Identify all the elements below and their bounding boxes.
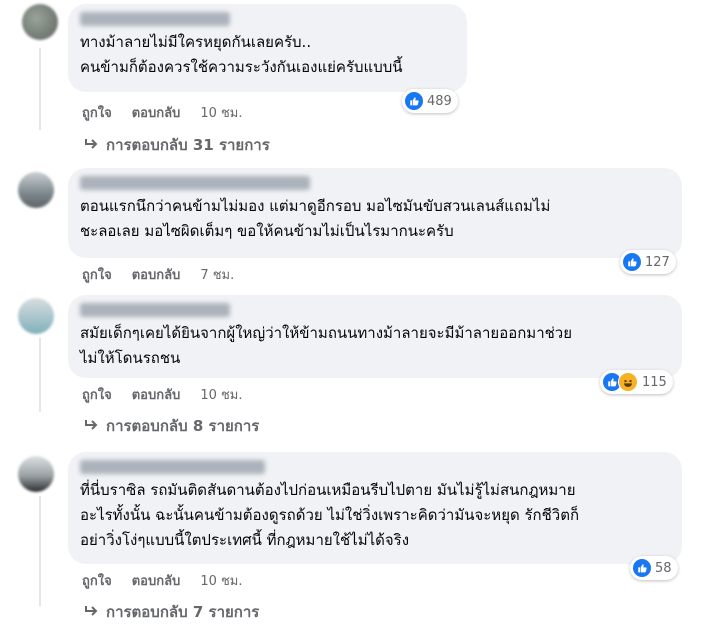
comment-actions: ถูกใจ ตอบกลับ 7 ชม. — [82, 264, 254, 285]
author-name-redacted[interactable] — [80, 303, 230, 317]
reaction-summary[interactable]: 127 — [620, 250, 676, 274]
author-name-redacted[interactable] — [80, 12, 230, 26]
comment-text: ทางม้าลายไม่มีใครหยุดกันเลยครับ.. คนข้าม… — [80, 33, 403, 76]
comment-actions: ถูกใจ ตอบกลับ 10 ชม. — [82, 570, 263, 591]
view-replies-link[interactable]: การตอบกลับ 31 รายการ — [84, 133, 270, 157]
like-button[interactable]: ถูกใจ — [82, 384, 112, 405]
author-name-redacted[interactable] — [80, 460, 265, 474]
view-replies-link[interactable]: การตอบกลับ 8 รายการ — [84, 414, 259, 438]
comment-actions: ถูกใจ ตอบกลับ 10 ชม. — [82, 102, 263, 123]
reaction-count: 115 — [642, 374, 667, 390]
replies-count-label: การตอบกลับ 7 รายการ — [106, 603, 260, 621]
like-icon — [405, 92, 423, 110]
like-icon — [623, 253, 641, 271]
comment-time[interactable]: 7 ชม. — [200, 264, 234, 285]
avatar[interactable] — [18, 456, 54, 492]
like-button[interactable]: ถูกใจ — [82, 264, 112, 285]
comment-time[interactable]: 10 ชม. — [200, 570, 242, 591]
reply-button[interactable]: ตอบกลับ — [132, 264, 181, 285]
thread-line — [39, 338, 41, 412]
like-button[interactable]: ถูกใจ — [82, 102, 112, 123]
reply-arrow-icon — [84, 136, 98, 154]
reaction-count: 58 — [655, 560, 672, 576]
like-button[interactable]: ถูกใจ — [82, 570, 112, 591]
reaction-summary[interactable]: 58 — [630, 556, 678, 580]
comment-text: สมัยเด็กๆเคยได้ยินจากผู้ใหญ่ว่าให้ข้ามถน… — [80, 324, 573, 367]
reaction-count: 489 — [427, 93, 452, 109]
reply-arrow-icon — [84, 417, 98, 435]
replies-count-label: การตอบกลับ 8 รายการ — [106, 417, 260, 435]
reaction-summary[interactable]: 489 — [402, 89, 458, 113]
like-icon — [633, 559, 651, 577]
comment-actions: ถูกใจ ตอบกลับ 10 ชม. — [82, 384, 263, 405]
thread-line — [39, 496, 41, 606]
reply-button[interactable]: ตอบกลับ — [132, 384, 181, 405]
comment-bubble: สมัยเด็กๆเคยได้ยินจากผู้ใหญ่ว่าให้ข้ามถน… — [68, 295, 682, 378]
reply-button[interactable]: ตอบกลับ — [132, 570, 181, 591]
comment-bubble: ตอนแรกนึกว่าคนข้ามไม่มอง แต่มาดูอีกรอบ ม… — [68, 168, 682, 258]
view-replies-link[interactable]: การตอบกลับ 7 รายการ — [84, 600, 259, 624]
avatar[interactable] — [18, 298, 54, 334]
comment-text: ตอนแรกนึกว่าคนข้ามไม่มอง แต่มาดูอีกรอบ ม… — [80, 197, 551, 240]
reply-button[interactable]: ตอบกลับ — [132, 102, 181, 123]
reply-arrow-icon — [84, 603, 98, 621]
thread-line — [39, 48, 41, 130]
reaction-summary[interactable]: 115 — [600, 370, 673, 394]
comment-text: ที่นี่บราซิล รถมันติดสันดานต้องไปก่อนเหม… — [80, 481, 580, 549]
reaction-count: 127 — [645, 254, 670, 270]
haha-icon — [618, 372, 638, 392]
avatar[interactable] — [22, 4, 58, 40]
comment-bubble: ทางม้าลายไม่มีใครหยุดกันเลยครับ.. คนข้าม… — [68, 4, 467, 92]
comment-time[interactable]: 10 ชม. — [200, 102, 242, 123]
author-name-redacted[interactable] — [80, 176, 310, 190]
avatar[interactable] — [18, 172, 54, 208]
comment-time[interactable]: 10 ชม. — [200, 384, 242, 405]
replies-count-label: การตอบกลับ 31 รายการ — [106, 136, 270, 154]
comment-bubble: ที่นี่บราซิล รถมันติดสันดานต้องไปก่อนเหม… — [68, 452, 682, 564]
